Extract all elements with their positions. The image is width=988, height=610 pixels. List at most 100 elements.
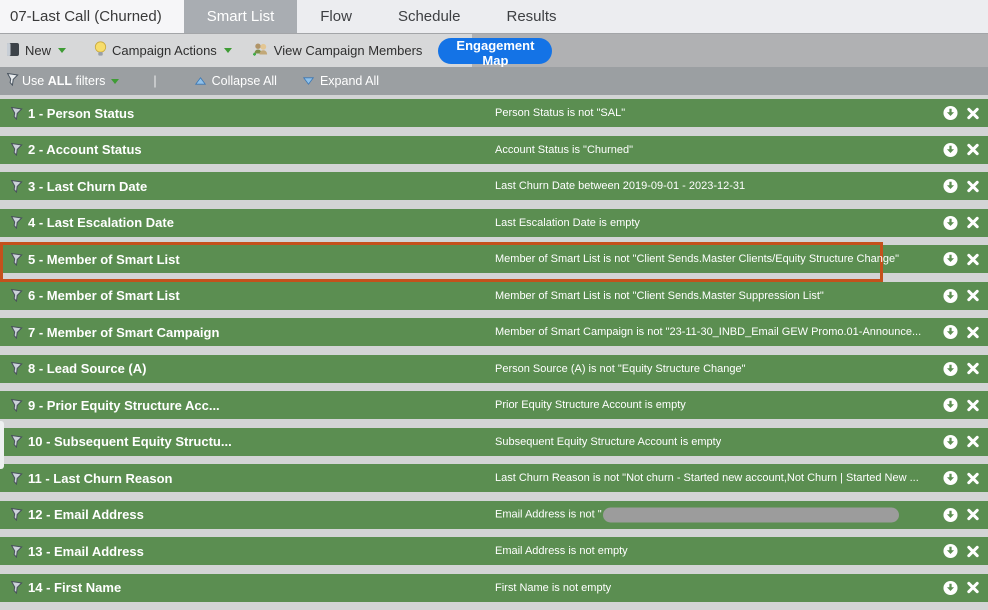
filter-row-actions [943, 324, 979, 340]
remove-x-icon[interactable] [967, 508, 979, 521]
filter-description: Last Churn Reason is not "Not churn - St… [495, 472, 919, 484]
download-circle-icon[interactable] [943, 105, 958, 121]
filter-funnel-icon [10, 179, 23, 193]
filter-list: 1 - Person Status Person Status is not "… [0, 95, 988, 610]
filter-title: 6 - Member of Smart List [28, 288, 180, 303]
triangle-up-icon [194, 74, 206, 88]
filter-funnel-icon [10, 471, 23, 485]
filter-row-actions [943, 580, 979, 595]
filter-row-actions [943, 361, 979, 376]
filter-row[interactable]: 11 - Last Churn Reason Last Churn Reason… [0, 464, 988, 492]
filter-bar: Use ALL filters | Collapse All Expand Al… [0, 67, 988, 95]
campaign-name: 07-Last Call (Churned) [10, 8, 162, 25]
tab-schedule[interactable]: Schedule [375, 0, 484, 33]
download-circle-icon[interactable] [943, 288, 958, 303]
filter-row[interactable]: 14 - First Name First Name is not empty [0, 573, 988, 602]
remove-x-icon[interactable] [967, 435, 979, 448]
filter-funnel-icon [10, 507, 23, 522]
remove-x-icon[interactable] [967, 143, 979, 156]
filter-description: Email Address is not empty [495, 545, 628, 557]
toolbar: New Campaign Actions View Campaign Membe… [0, 33, 988, 68]
filter-funnel-icon [10, 325, 23, 339]
remove-x-icon[interactable] [967, 399, 979, 411]
caret-down-icon [223, 48, 232, 53]
filter-title: 3 - Last Churn Date [28, 178, 148, 194]
new-label: New [25, 43, 52, 58]
download-circle-icon[interactable] [943, 397, 958, 413]
filter-row-actions [943, 178, 979, 194]
filter-funnel-icon [10, 288, 23, 303]
filter-title: 10 - Subsequent Equity Structu... [28, 434, 232, 449]
filter-funnel-icon [10, 215, 23, 230]
filter-row[interactable]: 3 - Last Churn Date Last Churn Date betw… [0, 172, 988, 200]
remove-x-icon[interactable] [967, 472, 979, 484]
remove-x-icon[interactable] [967, 216, 979, 229]
remove-x-icon[interactable] [967, 581, 979, 594]
download-circle-icon[interactable] [943, 507, 958, 522]
toolbar-panel: New Campaign Actions View Campaign Membe… [0, 34, 553, 68]
campaign-name-tab[interactable]: 07-Last Call (Churned) [0, 0, 184, 33]
filter-title: 13 - Email Address [28, 543, 144, 559]
filter-row-actions [943, 397, 979, 413]
filter-row[interactable]: 6 - Member of Smart List Member of Smart… [0, 281, 988, 310]
download-circle-icon[interactable] [943, 361, 958, 376]
filter-title: 9 - Prior Equity Structure Acc... [28, 397, 220, 413]
filter-row[interactable]: 8 - Lead Source (A) Person Source (A) is… [0, 354, 988, 383]
filter-row-actions [943, 105, 979, 121]
download-circle-icon[interactable] [943, 470, 958, 486]
tab-label: Smart List [206, 8, 275, 25]
filter-row[interactable]: 9 - Prior Equity Structure Acc... Prior … [0, 391, 988, 419]
filter-funnel-icon [10, 434, 23, 449]
download-circle-icon[interactable] [943, 215, 958, 230]
filter-title: 14 - First Name [28, 580, 122, 595]
filter-row[interactable]: 13 - Email Address Email Address is not … [0, 537, 988, 565]
remove-x-icon[interactable] [967, 326, 979, 338]
remove-x-icon[interactable] [967, 107, 979, 119]
collapse-all-button[interactable]: Collapse All [194, 74, 277, 88]
use-all-filters-control[interactable]: Use ALL filters [6, 72, 120, 89]
campaign-actions-button[interactable]: Campaign Actions [94, 41, 232, 60]
filter-description: Last Escalation Date is empty [495, 216, 640, 229]
filter-row[interactable]: 7 - Member of Smart Campaign Member of S… [0, 318, 988, 346]
filter-row[interactable]: 4 - Last Escalation Date Last Escalation… [0, 208, 988, 237]
lightbulb-icon [94, 41, 107, 60]
filter-row-actions [943, 470, 979, 486]
filter-row[interactable]: 2 - Account Status Account Status is "Ch… [0, 135, 988, 164]
filter-funnel-icon [10, 106, 23, 120]
expand-all-button[interactable]: Expand All [302, 74, 379, 88]
download-circle-icon[interactable] [943, 324, 958, 340]
filter-row[interactable]: 5 - Member of Smart List Member of Smart… [0, 242, 988, 282]
remove-x-icon[interactable] [967, 545, 979, 557]
tab-flow[interactable]: Flow [297, 0, 375, 33]
filter-row[interactable]: 10 - Subsequent Equity Structu... Subseq… [0, 427, 988, 456]
filter-funnel-icon [10, 398, 23, 412]
remove-x-icon[interactable] [967, 362, 979, 375]
caret-down-icon [58, 48, 67, 53]
download-circle-icon[interactable] [943, 580, 958, 595]
collapse-all-label: Collapse All [211, 74, 277, 88]
download-circle-icon[interactable] [943, 178, 958, 194]
filter-title: 5 - Member of Smart List [28, 251, 180, 267]
download-circle-icon[interactable] [943, 142, 958, 157]
filter-funnel-icon [10, 361, 23, 376]
tab-results[interactable]: Results [484, 0, 580, 33]
view-campaign-members-button[interactable]: View Campaign Members [252, 42, 422, 60]
filter-row[interactable]: 12 - Email Address Email Address is not … [0, 500, 988, 529]
group-members-icon [252, 42, 269, 60]
download-circle-icon[interactable] [943, 543, 958, 559]
filter-title: 1 - Person Status [28, 105, 135, 121]
filter-row-actions [943, 434, 979, 449]
filter-title: 11 - Last Churn Reason [28, 470, 173, 486]
remove-x-icon[interactable] [967, 180, 979, 192]
filter-row[interactable]: 1 - Person Status Person Status is not "… [0, 99, 988, 127]
tab-label: Schedule [397, 8, 461, 25]
remove-x-icon[interactable] [967, 253, 979, 265]
new-button[interactable]: New [6, 42, 67, 60]
download-circle-icon[interactable] [943, 434, 958, 449]
download-circle-icon[interactable] [943, 251, 958, 267]
tab-smart-list[interactable]: Smart List [183, 0, 298, 33]
filter-funnel-icon [10, 544, 23, 558]
filter-description: Last Churn Date between 2019-09-01 - 202… [495, 180, 746, 192]
remove-x-icon[interactable] [967, 289, 979, 302]
engagement-map-button[interactable]: Engagement Map [438, 37, 553, 68]
